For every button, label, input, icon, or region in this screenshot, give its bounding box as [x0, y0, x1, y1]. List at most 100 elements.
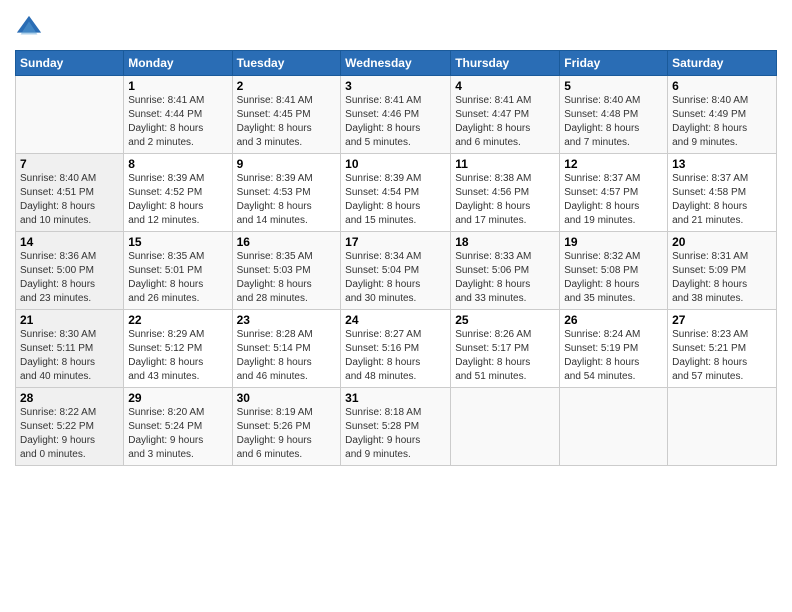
day-info: Sunrise: 8:39 AM Sunset: 4:52 PM Dayligh…	[128, 172, 227, 228]
day-number: 26	[564, 313, 663, 327]
calendar-cell: 5Sunrise: 8:40 AM Sunset: 4:48 PM Daylig…	[560, 76, 668, 154]
calendar-cell: 14Sunrise: 8:36 AM Sunset: 5:00 PM Dayli…	[16, 232, 124, 310]
day-number: 12	[564, 157, 663, 171]
day-number: 15	[128, 235, 227, 249]
col-header-sunday: Sunday	[16, 51, 124, 76]
day-number: 3	[345, 79, 446, 93]
col-header-monday: Monday	[124, 51, 232, 76]
day-number: 23	[237, 313, 337, 327]
day-info: Sunrise: 8:41 AM Sunset: 4:45 PM Dayligh…	[237, 94, 337, 150]
day-info: Sunrise: 8:33 AM Sunset: 5:06 PM Dayligh…	[455, 250, 555, 306]
day-number: 19	[564, 235, 663, 249]
week-row-3: 21Sunrise: 8:30 AM Sunset: 5:11 PM Dayli…	[16, 310, 777, 388]
calendar-cell: 7Sunrise: 8:40 AM Sunset: 4:51 PM Daylig…	[16, 154, 124, 232]
calendar-body: 1Sunrise: 8:41 AM Sunset: 4:44 PM Daylig…	[16, 76, 777, 466]
day-info: Sunrise: 8:35 AM Sunset: 5:01 PM Dayligh…	[128, 250, 227, 306]
day-info: Sunrise: 8:19 AM Sunset: 5:26 PM Dayligh…	[237, 406, 337, 462]
day-info: Sunrise: 8:35 AM Sunset: 5:03 PM Dayligh…	[237, 250, 337, 306]
day-info: Sunrise: 8:28 AM Sunset: 5:14 PM Dayligh…	[237, 328, 337, 384]
week-row-2: 14Sunrise: 8:36 AM Sunset: 5:00 PM Dayli…	[16, 232, 777, 310]
calendar-header: SundayMondayTuesdayWednesdayThursdayFrid…	[16, 51, 777, 76]
calendar-cell: 9Sunrise: 8:39 AM Sunset: 4:53 PM Daylig…	[232, 154, 341, 232]
calendar-cell: 18Sunrise: 8:33 AM Sunset: 5:06 PM Dayli…	[451, 232, 560, 310]
week-row-0: 1Sunrise: 8:41 AM Sunset: 4:44 PM Daylig…	[16, 76, 777, 154]
day-number: 31	[345, 391, 446, 405]
day-info: Sunrise: 8:41 AM Sunset: 4:46 PM Dayligh…	[345, 94, 446, 150]
day-number: 21	[20, 313, 119, 327]
calendar-cell: 11Sunrise: 8:38 AM Sunset: 4:56 PM Dayli…	[451, 154, 560, 232]
calendar-table: SundayMondayTuesdayWednesdayThursdayFrid…	[15, 50, 777, 466]
calendar-cell: 16Sunrise: 8:35 AM Sunset: 5:03 PM Dayli…	[232, 232, 341, 310]
day-info: Sunrise: 8:20 AM Sunset: 5:24 PM Dayligh…	[128, 406, 227, 462]
calendar-cell: 30Sunrise: 8:19 AM Sunset: 5:26 PM Dayli…	[232, 388, 341, 466]
col-header-tuesday: Tuesday	[232, 51, 341, 76]
day-info: Sunrise: 8:29 AM Sunset: 5:12 PM Dayligh…	[128, 328, 227, 384]
calendar-cell: 28Sunrise: 8:22 AM Sunset: 5:22 PM Dayli…	[16, 388, 124, 466]
day-number: 22	[128, 313, 227, 327]
logo-icon	[15, 14, 43, 42]
day-number: 13	[672, 157, 772, 171]
day-info: Sunrise: 8:24 AM Sunset: 5:19 PM Dayligh…	[564, 328, 663, 384]
calendar-cell: 21Sunrise: 8:30 AM Sunset: 5:11 PM Dayli…	[16, 310, 124, 388]
day-info: Sunrise: 8:26 AM Sunset: 5:17 PM Dayligh…	[455, 328, 555, 384]
day-number: 18	[455, 235, 555, 249]
day-number: 25	[455, 313, 555, 327]
day-number: 6	[672, 79, 772, 93]
day-info: Sunrise: 8:41 AM Sunset: 4:47 PM Dayligh…	[455, 94, 555, 150]
calendar-cell	[16, 76, 124, 154]
calendar-cell: 20Sunrise: 8:31 AM Sunset: 5:09 PM Dayli…	[668, 232, 777, 310]
calendar-cell: 2Sunrise: 8:41 AM Sunset: 4:45 PM Daylig…	[232, 76, 341, 154]
calendar-cell: 13Sunrise: 8:37 AM Sunset: 4:58 PM Dayli…	[668, 154, 777, 232]
calendar-cell: 31Sunrise: 8:18 AM Sunset: 5:28 PM Dayli…	[341, 388, 451, 466]
day-number: 14	[20, 235, 119, 249]
day-info: Sunrise: 8:40 AM Sunset: 4:48 PM Dayligh…	[564, 94, 663, 150]
day-number: 2	[237, 79, 337, 93]
day-number: 29	[128, 391, 227, 405]
col-header-friday: Friday	[560, 51, 668, 76]
col-header-wednesday: Wednesday	[341, 51, 451, 76]
day-number: 24	[345, 313, 446, 327]
calendar-cell: 10Sunrise: 8:39 AM Sunset: 4:54 PM Dayli…	[341, 154, 451, 232]
day-info: Sunrise: 8:31 AM Sunset: 5:09 PM Dayligh…	[672, 250, 772, 306]
day-info: Sunrise: 8:38 AM Sunset: 4:56 PM Dayligh…	[455, 172, 555, 228]
calendar-cell: 26Sunrise: 8:24 AM Sunset: 5:19 PM Dayli…	[560, 310, 668, 388]
day-info: Sunrise: 8:39 AM Sunset: 4:53 PM Dayligh…	[237, 172, 337, 228]
calendar-cell: 29Sunrise: 8:20 AM Sunset: 5:24 PM Dayli…	[124, 388, 232, 466]
day-info: Sunrise: 8:36 AM Sunset: 5:00 PM Dayligh…	[20, 250, 119, 306]
day-info: Sunrise: 8:37 AM Sunset: 4:57 PM Dayligh…	[564, 172, 663, 228]
day-number: 10	[345, 157, 446, 171]
calendar-cell: 12Sunrise: 8:37 AM Sunset: 4:57 PM Dayli…	[560, 154, 668, 232]
day-number: 11	[455, 157, 555, 171]
calendar-cell: 25Sunrise: 8:26 AM Sunset: 5:17 PM Dayli…	[451, 310, 560, 388]
day-number: 4	[455, 79, 555, 93]
header-row: SundayMondayTuesdayWednesdayThursdayFrid…	[16, 51, 777, 76]
week-row-1: 7Sunrise: 8:40 AM Sunset: 4:51 PM Daylig…	[16, 154, 777, 232]
calendar-cell: 1Sunrise: 8:41 AM Sunset: 4:44 PM Daylig…	[124, 76, 232, 154]
calendar-cell: 15Sunrise: 8:35 AM Sunset: 5:01 PM Dayli…	[124, 232, 232, 310]
day-info: Sunrise: 8:32 AM Sunset: 5:08 PM Dayligh…	[564, 250, 663, 306]
calendar-cell: 3Sunrise: 8:41 AM Sunset: 4:46 PM Daylig…	[341, 76, 451, 154]
calendar-cell: 8Sunrise: 8:39 AM Sunset: 4:52 PM Daylig…	[124, 154, 232, 232]
col-header-saturday: Saturday	[668, 51, 777, 76]
calendar-cell: 6Sunrise: 8:40 AM Sunset: 4:49 PM Daylig…	[668, 76, 777, 154]
day-number: 1	[128, 79, 227, 93]
col-header-thursday: Thursday	[451, 51, 560, 76]
day-info: Sunrise: 8:39 AM Sunset: 4:54 PM Dayligh…	[345, 172, 446, 228]
day-info: Sunrise: 8:27 AM Sunset: 5:16 PM Dayligh…	[345, 328, 446, 384]
calendar-cell: 17Sunrise: 8:34 AM Sunset: 5:04 PM Dayli…	[341, 232, 451, 310]
calendar-cell: 22Sunrise: 8:29 AM Sunset: 5:12 PM Dayli…	[124, 310, 232, 388]
calendar-cell: 24Sunrise: 8:27 AM Sunset: 5:16 PM Dayli…	[341, 310, 451, 388]
day-number: 17	[345, 235, 446, 249]
day-number: 27	[672, 313, 772, 327]
day-info: Sunrise: 8:37 AM Sunset: 4:58 PM Dayligh…	[672, 172, 772, 228]
day-info: Sunrise: 8:41 AM Sunset: 4:44 PM Dayligh…	[128, 94, 227, 150]
day-info: Sunrise: 8:40 AM Sunset: 4:49 PM Dayligh…	[672, 94, 772, 150]
week-row-4: 28Sunrise: 8:22 AM Sunset: 5:22 PM Dayli…	[16, 388, 777, 466]
calendar-cell: 4Sunrise: 8:41 AM Sunset: 4:47 PM Daylig…	[451, 76, 560, 154]
main-container: SundayMondayTuesdayWednesdayThursdayFrid…	[0, 0, 792, 476]
calendar-cell	[668, 388, 777, 466]
calendar-cell: 27Sunrise: 8:23 AM Sunset: 5:21 PM Dayli…	[668, 310, 777, 388]
day-number: 30	[237, 391, 337, 405]
calendar-cell: 19Sunrise: 8:32 AM Sunset: 5:08 PM Dayli…	[560, 232, 668, 310]
day-number: 20	[672, 235, 772, 249]
